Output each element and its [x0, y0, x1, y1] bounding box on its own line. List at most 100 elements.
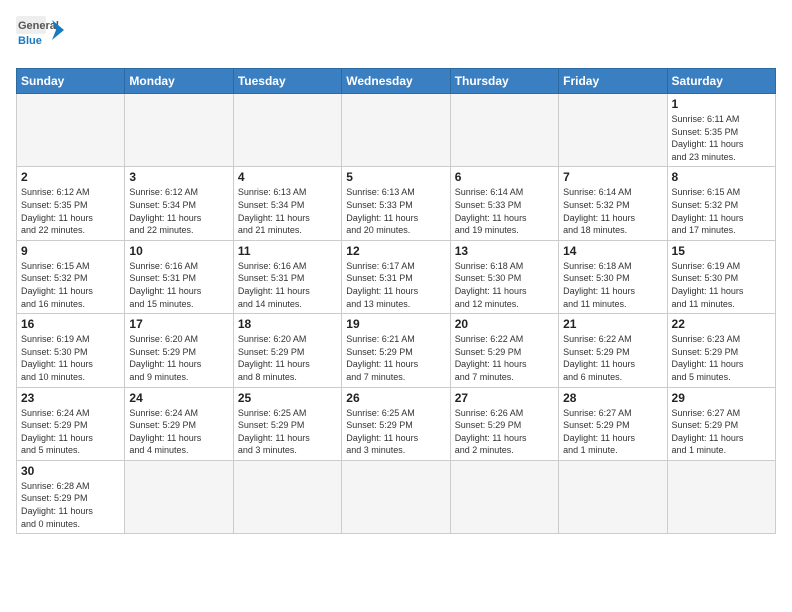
day-info: Sunrise: 6:16 AM Sunset: 5:31 PM Dayligh…: [129, 260, 228, 310]
calendar-cell: 16 Sunrise: 6:19 AM Sunset: 5:30 PM Dayli…: [17, 314, 125, 387]
day-number: 28: [563, 391, 662, 405]
calendar-cell: 13Sunrise: 6:18 AM Sunset: 5:30 PM Dayli…: [450, 240, 558, 313]
calendar-cell: [667, 460, 775, 533]
calendar-cell: 20 Sunrise: 6:22 AM Sunset: 5:29 PM Dayli…: [450, 314, 558, 387]
day-info: Sunrise: 6:18 AM Sunset: 5:30 PM Dayligh…: [563, 260, 662, 310]
day-info: Sunrise: 6:25 AM Sunset: 5:29 PM Dayligh…: [238, 407, 337, 457]
calendar-cell: 10 Sunrise: 6:16 AM Sunset: 5:31 PM Dayli…: [125, 240, 233, 313]
day-number: 15: [672, 244, 771, 258]
day-info: Sunrise: 6:22 AM Sunset: 5:29 PM Dayligh…: [455, 333, 554, 383]
calendar-cell: 23Sunrise: 6:24 AM Sunset: 5:29 PM Dayli…: [17, 387, 125, 460]
calendar-cell: 4 Sunrise: 6:13 AM Sunset: 5:34 PM Daylig…: [233, 167, 341, 240]
calendar-cell: 21Sunrise: 6:22 AM Sunset: 5:29 PM Dayli…: [559, 314, 667, 387]
calendar-cell: 22Sunrise: 6:23 AM Sunset: 5:29 PM Dayli…: [667, 314, 775, 387]
day-number: 7: [563, 170, 662, 184]
calendar-cell: 8 Sunrise: 6:15 AM Sunset: 5:32 PM Daylig…: [667, 167, 775, 240]
calendar-week-row: 2 Sunrise: 6:12 AM Sunset: 5:35 PM Daylig…: [17, 167, 776, 240]
logo: General Blue: [16, 16, 64, 56]
calendar-cell: 17 Sunrise: 6:20 AM Sunset: 5:29 PM Dayli…: [125, 314, 233, 387]
calendar-cell: [233, 460, 341, 533]
day-info: Sunrise: 6:13 AM Sunset: 5:34 PM Dayligh…: [238, 186, 337, 236]
calendar-cell: 25 Sunrise: 6:25 AM Sunset: 5:29 PM Dayli…: [233, 387, 341, 460]
day-info: Sunrise: 6:14 AM Sunset: 5:33 PM Dayligh…: [455, 186, 554, 236]
day-info: Sunrise: 6:12 AM Sunset: 5:34 PM Dayligh…: [129, 186, 228, 236]
day-number: 16: [21, 317, 120, 331]
weekday-tuesday: Tuesday: [233, 69, 341, 94]
day-info: Sunrise: 6:26 AM Sunset: 5:29 PM Dayligh…: [455, 407, 554, 457]
day-info: Sunrise: 6:19 AM Sunset: 5:30 PM Dayligh…: [672, 260, 771, 310]
calendar-cell: [450, 460, 558, 533]
calendar-week-row: 16 Sunrise: 6:19 AM Sunset: 5:30 PM Dayli…: [17, 314, 776, 387]
weekday-monday: Monday: [125, 69, 233, 94]
day-number: 20: [455, 317, 554, 331]
day-number: 17: [129, 317, 228, 331]
day-number: 24: [129, 391, 228, 405]
day-info: Sunrise: 6:22 AM Sunset: 5:29 PM Dayligh…: [563, 333, 662, 383]
calendar-week-row: 30 Sunrise: 6:28 AM Sunset: 5:29 PM Dayli…: [17, 460, 776, 533]
day-number: 13: [455, 244, 554, 258]
calendar-week-row: 23 Sunrise: 6:24 AM Sunset: 5:29 PM Dayli…: [17, 387, 776, 460]
weekday-saturday: Saturday: [667, 69, 775, 94]
day-info: Sunrise: 6:28 AM Sunset: 5:29 PM Dayligh…: [21, 480, 120, 530]
day-number: 19: [346, 317, 445, 331]
calendar-cell: 9Sunrise: 6:15 AM Sunset: 5:32 PM Daylig…: [17, 240, 125, 313]
day-info: Sunrise: 6:20 AM Sunset: 5:29 PM Dayligh…: [238, 333, 337, 383]
day-number: 3: [129, 170, 228, 184]
day-info: Sunrise: 6:27 AM Sunset: 5:29 PM Dayligh…: [672, 407, 771, 457]
day-info: Sunrise: 6:12 AM Sunset: 5:35 PM Dayligh…: [21, 186, 120, 236]
day-info: Sunrise: 6:15 AM Sunset: 5:32 PM Dayligh…: [21, 260, 120, 310]
calendar-week-row: 9Sunrise: 6:15 AM Sunset: 5:32 PM Daylig…: [17, 240, 776, 313]
weekday-wednesday: Wednesday: [342, 69, 450, 94]
day-info: Sunrise: 6:16 AM Sunset: 5:31 PM Dayligh…: [238, 260, 337, 310]
day-info: Sunrise: 6:11 AM Sunset: 5:35 PM Dayligh…: [672, 113, 771, 163]
header: General Blue: [16, 16, 776, 56]
day-number: 10: [129, 244, 228, 258]
day-info: Sunrise: 6:19 AM Sunset: 5:30 PM Dayligh…: [21, 333, 120, 383]
day-number: 27: [455, 391, 554, 405]
calendar-cell: 26 Sunrise: 6:25 AM Sunset: 5:29 PM Dayli…: [342, 387, 450, 460]
day-number: 1: [672, 97, 771, 111]
day-number: 6: [455, 170, 554, 184]
day-info: Sunrise: 6:23 AM Sunset: 5:29 PM Dayligh…: [672, 333, 771, 383]
calendar-cell: 2 Sunrise: 6:12 AM Sunset: 5:35 PM Daylig…: [17, 167, 125, 240]
calendar-cell: [342, 94, 450, 167]
day-number: 11: [238, 244, 337, 258]
day-number: 29: [672, 391, 771, 405]
day-number: 12: [346, 244, 445, 258]
calendar-cell: [450, 94, 558, 167]
calendar-cell: [342, 460, 450, 533]
weekday-sunday: Sunday: [17, 69, 125, 94]
day-number: 30: [21, 464, 120, 478]
day-info: Sunrise: 6:25 AM Sunset: 5:29 PM Dayligh…: [346, 407, 445, 457]
calendar-cell: 30 Sunrise: 6:28 AM Sunset: 5:29 PM Dayli…: [17, 460, 125, 533]
calendar-cell: [17, 94, 125, 167]
day-info: Sunrise: 6:27 AM Sunset: 5:29 PM Dayligh…: [563, 407, 662, 457]
calendar-week-row: 1 Sunrise: 6:11 AM Sunset: 5:35 PM Daylig…: [17, 94, 776, 167]
day-number: 4: [238, 170, 337, 184]
calendar-cell: [125, 460, 233, 533]
day-number: 23: [21, 391, 120, 405]
calendar-cell: [233, 94, 341, 167]
logo-svg: General Blue: [16, 16, 64, 56]
svg-text:Blue: Blue: [18, 35, 42, 47]
day-info: Sunrise: 6:24 AM Sunset: 5:29 PM Dayligh…: [129, 407, 228, 457]
calendar-cell: 1 Sunrise: 6:11 AM Sunset: 5:35 PM Daylig…: [667, 94, 775, 167]
day-info: Sunrise: 6:20 AM Sunset: 5:29 PM Dayligh…: [129, 333, 228, 383]
day-info: Sunrise: 6:17 AM Sunset: 5:31 PM Dayligh…: [346, 260, 445, 310]
day-number: 14: [563, 244, 662, 258]
calendar-cell: 12 Sunrise: 6:17 AM Sunset: 5:31 PM Dayli…: [342, 240, 450, 313]
day-number: 26: [346, 391, 445, 405]
calendar-cell: 6 Sunrise: 6:14 AM Sunset: 5:33 PM Daylig…: [450, 167, 558, 240]
weekday-header-row: SundayMondayTuesdayWednesdayThursdayFrid…: [17, 69, 776, 94]
weekday-thursday: Thursday: [450, 69, 558, 94]
calendar-cell: 11 Sunrise: 6:16 AM Sunset: 5:31 PM Dayli…: [233, 240, 341, 313]
calendar-cell: 5Sunrise: 6:13 AM Sunset: 5:33 PM Daylig…: [342, 167, 450, 240]
day-number: 5: [346, 170, 445, 184]
day-number: 8: [672, 170, 771, 184]
day-info: Sunrise: 6:15 AM Sunset: 5:32 PM Dayligh…: [672, 186, 771, 236]
day-number: 2: [21, 170, 120, 184]
day-number: 25: [238, 391, 337, 405]
calendar: SundayMondayTuesdayWednesdayThursdayFrid…: [16, 68, 776, 534]
calendar-cell: [559, 94, 667, 167]
calendar-cell: 28 Sunrise: 6:27 AM Sunset: 5:29 PM Dayli…: [559, 387, 667, 460]
